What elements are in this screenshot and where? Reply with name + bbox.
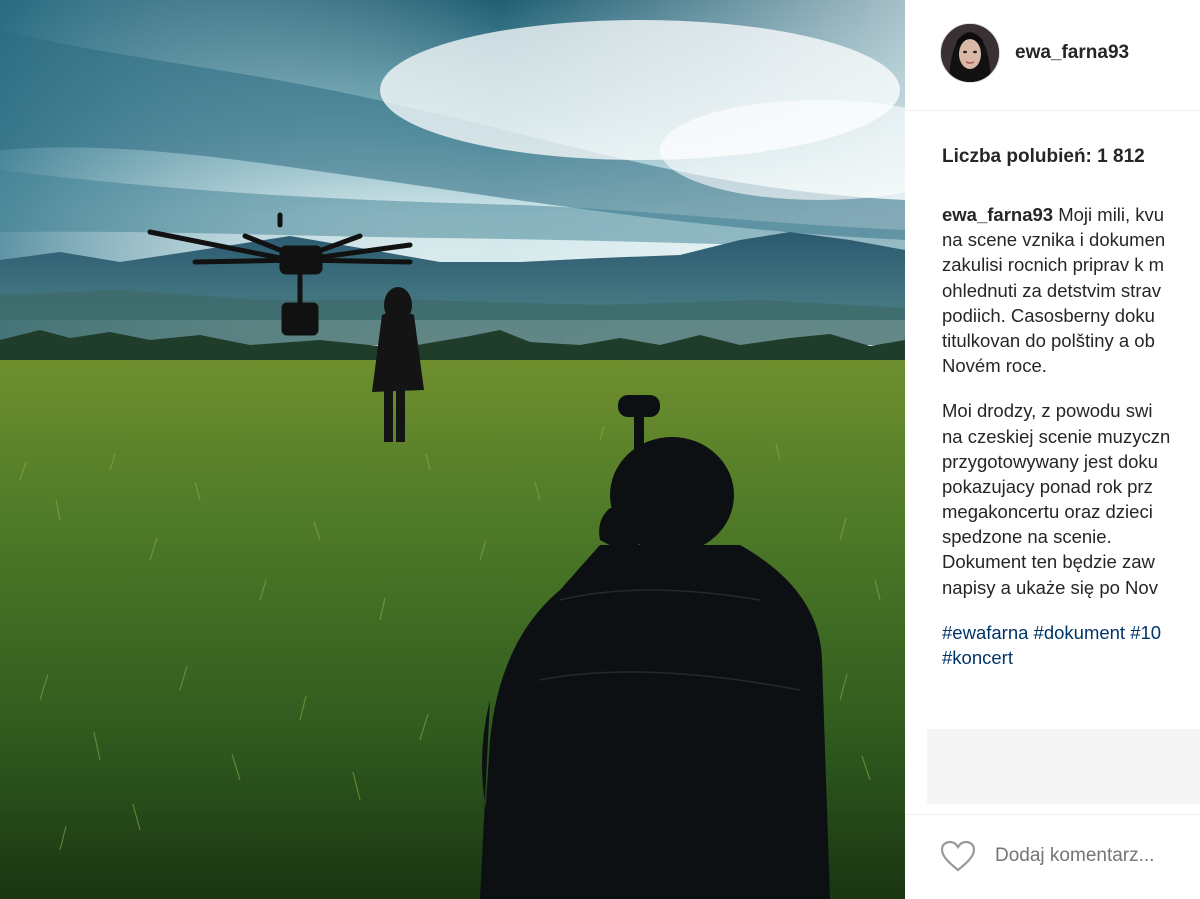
caption-text: megakoncertu oraz dzieci bbox=[942, 501, 1153, 523]
caption-text: podiich. Casosberny doku bbox=[942, 304, 1155, 326]
caption-text: ohlednuti za detstvim strav bbox=[942, 279, 1162, 301]
instagram-post: ewa_farna93 Liczba polubień: 1 812 ewa_f… bbox=[0, 0, 1200, 899]
post-photo[interactable] bbox=[0, 0, 905, 899]
likes-count[interactable]: Liczba polubień: 1 812 bbox=[942, 146, 1145, 168]
drone-field-photo bbox=[0, 0, 905, 899]
caption-text: titulkovan do polštiny a ob bbox=[942, 329, 1155, 351]
caption-text: na scene vznika i dokumen bbox=[942, 229, 1166, 251]
caption-text: Moi drodzy, z powodu swi bbox=[942, 400, 1153, 422]
caption-text: pokazujacy ponad rok prz bbox=[942, 475, 1153, 497]
post-header: ewa_farna93 bbox=[905, 0, 1200, 111]
caption-text: na czeskiej scenie muzyczn bbox=[942, 425, 1171, 447]
heart-icon[interactable] bbox=[940, 840, 976, 872]
caption-text: Dokument ten będzie zaw bbox=[942, 551, 1155, 573]
post-footer bbox=[905, 814, 1200, 899]
hashtags[interactable]: #ewafarna #dokument #10 bbox=[942, 620, 1200, 645]
caption-gap bbox=[942, 378, 1200, 398]
avatar-image bbox=[941, 24, 999, 82]
caption-text: przygotowywany jest doku bbox=[942, 450, 1158, 472]
post-sidebar: ewa_farna93 Liczba polubień: 1 812 ewa_f… bbox=[905, 0, 1200, 899]
caption-text: Novém roce. bbox=[942, 355, 1047, 377]
profile-avatar[interactable] bbox=[940, 23, 1000, 83]
caption-line: ewa_farna93 Moji mili, kvu bbox=[942, 202, 1200, 227]
post-caption: ewa_farna93 Moji mili, kvu na scene vzni… bbox=[942, 202, 1200, 670]
caption-author[interactable]: ewa_farna93 bbox=[942, 204, 1053, 225]
hashtag-koncert[interactable]: #koncert bbox=[942, 645, 1200, 670]
caption-text: spedzone na scenie. bbox=[942, 526, 1112, 548]
caption-text: zakulisi rocnich priprav k m bbox=[942, 254, 1165, 276]
caption-text: napisy a ukaże się po Nov bbox=[942, 576, 1158, 598]
post-username[interactable]: ewa_farna93 bbox=[1015, 42, 1129, 64]
caption-gap bbox=[942, 600, 1200, 620]
comment-input[interactable] bbox=[995, 845, 1200, 867]
comments-placeholder bbox=[927, 729, 1200, 804]
caption-text: Moji mili, kvu bbox=[1058, 204, 1165, 225]
